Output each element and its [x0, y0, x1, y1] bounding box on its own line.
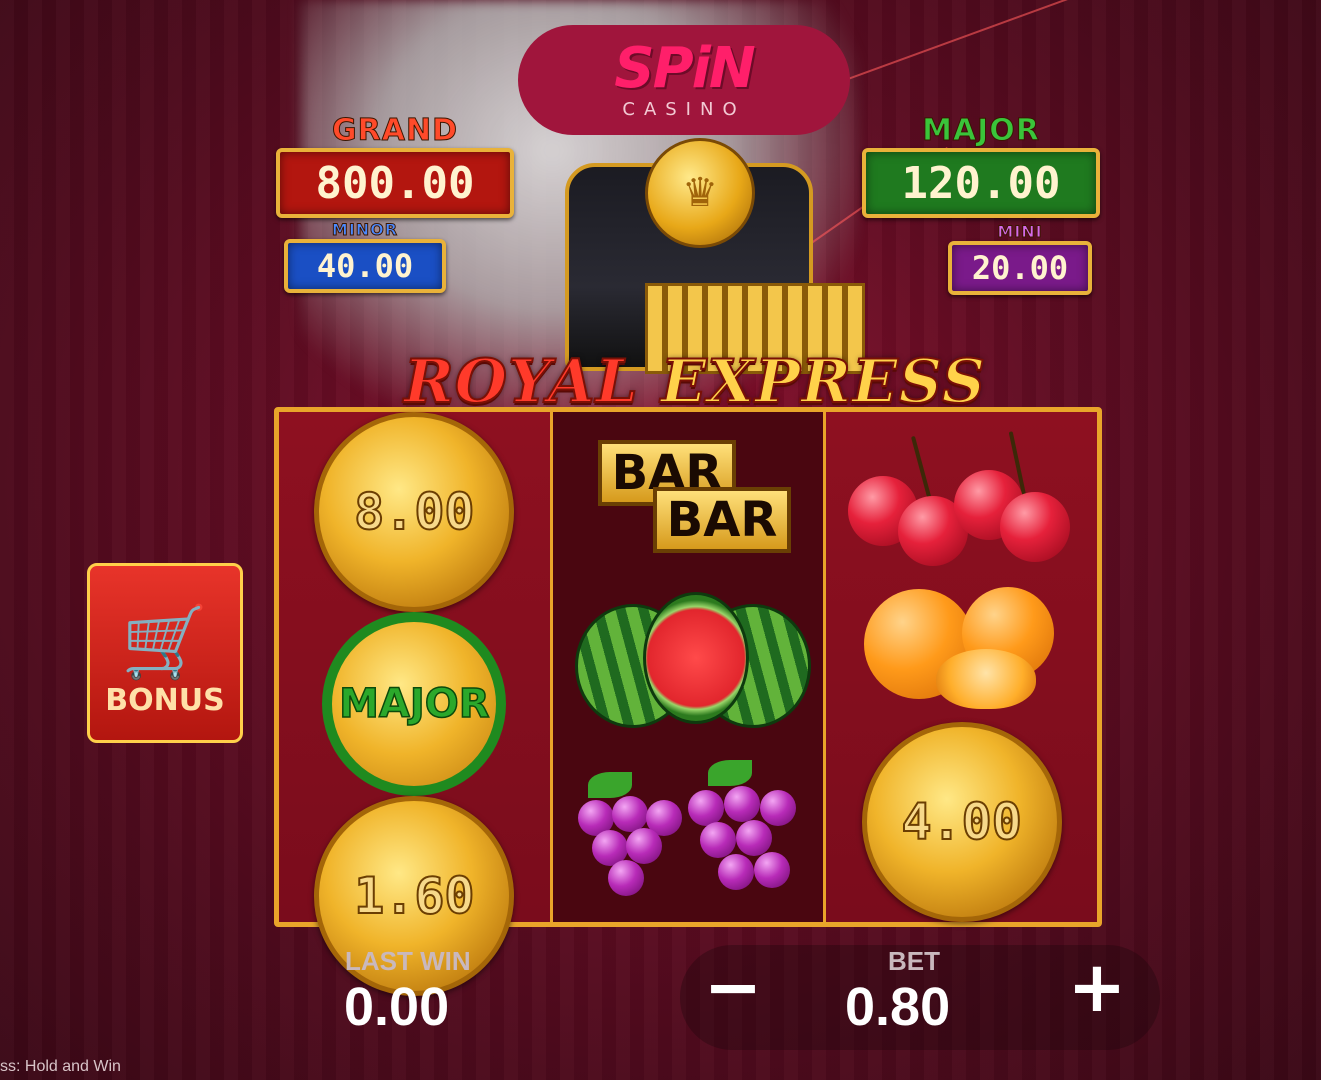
major-coin-symbol: MAJOR [322, 612, 507, 796]
watermelon-symbol [574, 592, 811, 742]
coin-symbol: 4.00 [861, 722, 1062, 922]
jackpot-minor-value: 40.00 [284, 239, 446, 293]
shopping-cart-icon: 🛒 [121, 601, 209, 683]
orange-slice [936, 649, 1037, 709]
reel-3: 4.00 [826, 412, 1098, 922]
bet-label: BET [888, 946, 940, 976]
bet-increase-button[interactable]: + [1062, 952, 1132, 1022]
reel-cell: MAJOR [279, 612, 550, 796]
last-win-value: 0.00 [344, 977, 450, 1037]
jackpot-major-value: 120.00 [862, 148, 1100, 218]
grape-leaf [587, 772, 632, 798]
oranges-symbol [864, 581, 1064, 731]
bet-value: 0.80 [845, 977, 951, 1037]
crown-icon: ♛ [645, 138, 755, 248]
brand-name: SPiN [614, 35, 755, 101]
grape [611, 796, 648, 832]
grape [753, 852, 790, 888]
grape [625, 828, 662, 864]
jackpot-grand-label: GRAND [332, 113, 458, 149]
cherry [1000, 492, 1071, 562]
cherries-symbol [844, 426, 1084, 576]
grape [699, 822, 736, 858]
brand-sub: CASINO [622, 98, 746, 120]
reel-cell [553, 582, 824, 752]
game-title: ROYAL EXPRESS [390, 349, 1000, 415]
grape [759, 790, 796, 826]
jackpot-grand: GRAND 800.00 [276, 113, 514, 218]
grape [735, 820, 772, 856]
jackpot-minor: MINOR 40.00 [284, 220, 446, 293]
reel-cell [826, 567, 1097, 722]
bet-decrease-button[interactable]: − [698, 952, 768, 1022]
jackpot-mini-value: 20.00 [948, 241, 1092, 295]
grape [687, 790, 724, 826]
jackpot-minor-label: MINOR [331, 220, 399, 240]
train-illustration: ♛ [505, 138, 865, 374]
jackpot-mini: MINI 20.00 [948, 222, 1092, 295]
feature-hint-text: ss: Hold and Win [0, 1058, 121, 1075]
bonus-buy-button[interactable]: 🛒 BONUS [87, 563, 243, 743]
brand-logo: SPiN CASINO [518, 25, 850, 135]
grapes-symbol [568, 760, 808, 910]
bar-symbol: BAR [652, 487, 792, 553]
reel-cell [826, 412, 1097, 567]
reel-cell: 4.00 [826, 722, 1097, 922]
jackpot-major: MAJOR 120.00 [862, 113, 1100, 218]
reel-cell [553, 752, 824, 922]
watermelon-slice [642, 592, 749, 724]
last-win-label: LAST WIN [345, 946, 471, 976]
reel-cell: 8.00 [279, 412, 550, 612]
jackpot-mini-label: MINI [997, 222, 1043, 242]
grape [717, 854, 754, 890]
coin-symbol: 8.00 [314, 412, 515, 612]
reel-2: BAR BAR [549, 412, 827, 922]
bonus-label: BONUS [105, 683, 225, 718]
jackpot-grand-value: 800.00 [276, 148, 514, 218]
grape [607, 860, 644, 896]
cherry-stem [911, 435, 934, 505]
reel-1: 8.00 MAJOR 1.60 [279, 412, 550, 996]
reel-grid: 8.00 MAJOR 1.60 BAR BAR 4.00 [274, 407, 1102, 996]
jackpot-major-label: MAJOR [922, 113, 1040, 149]
reel-cell: BAR BAR [553, 412, 824, 582]
grape-leaf [707, 760, 752, 786]
grape [723, 786, 760, 822]
